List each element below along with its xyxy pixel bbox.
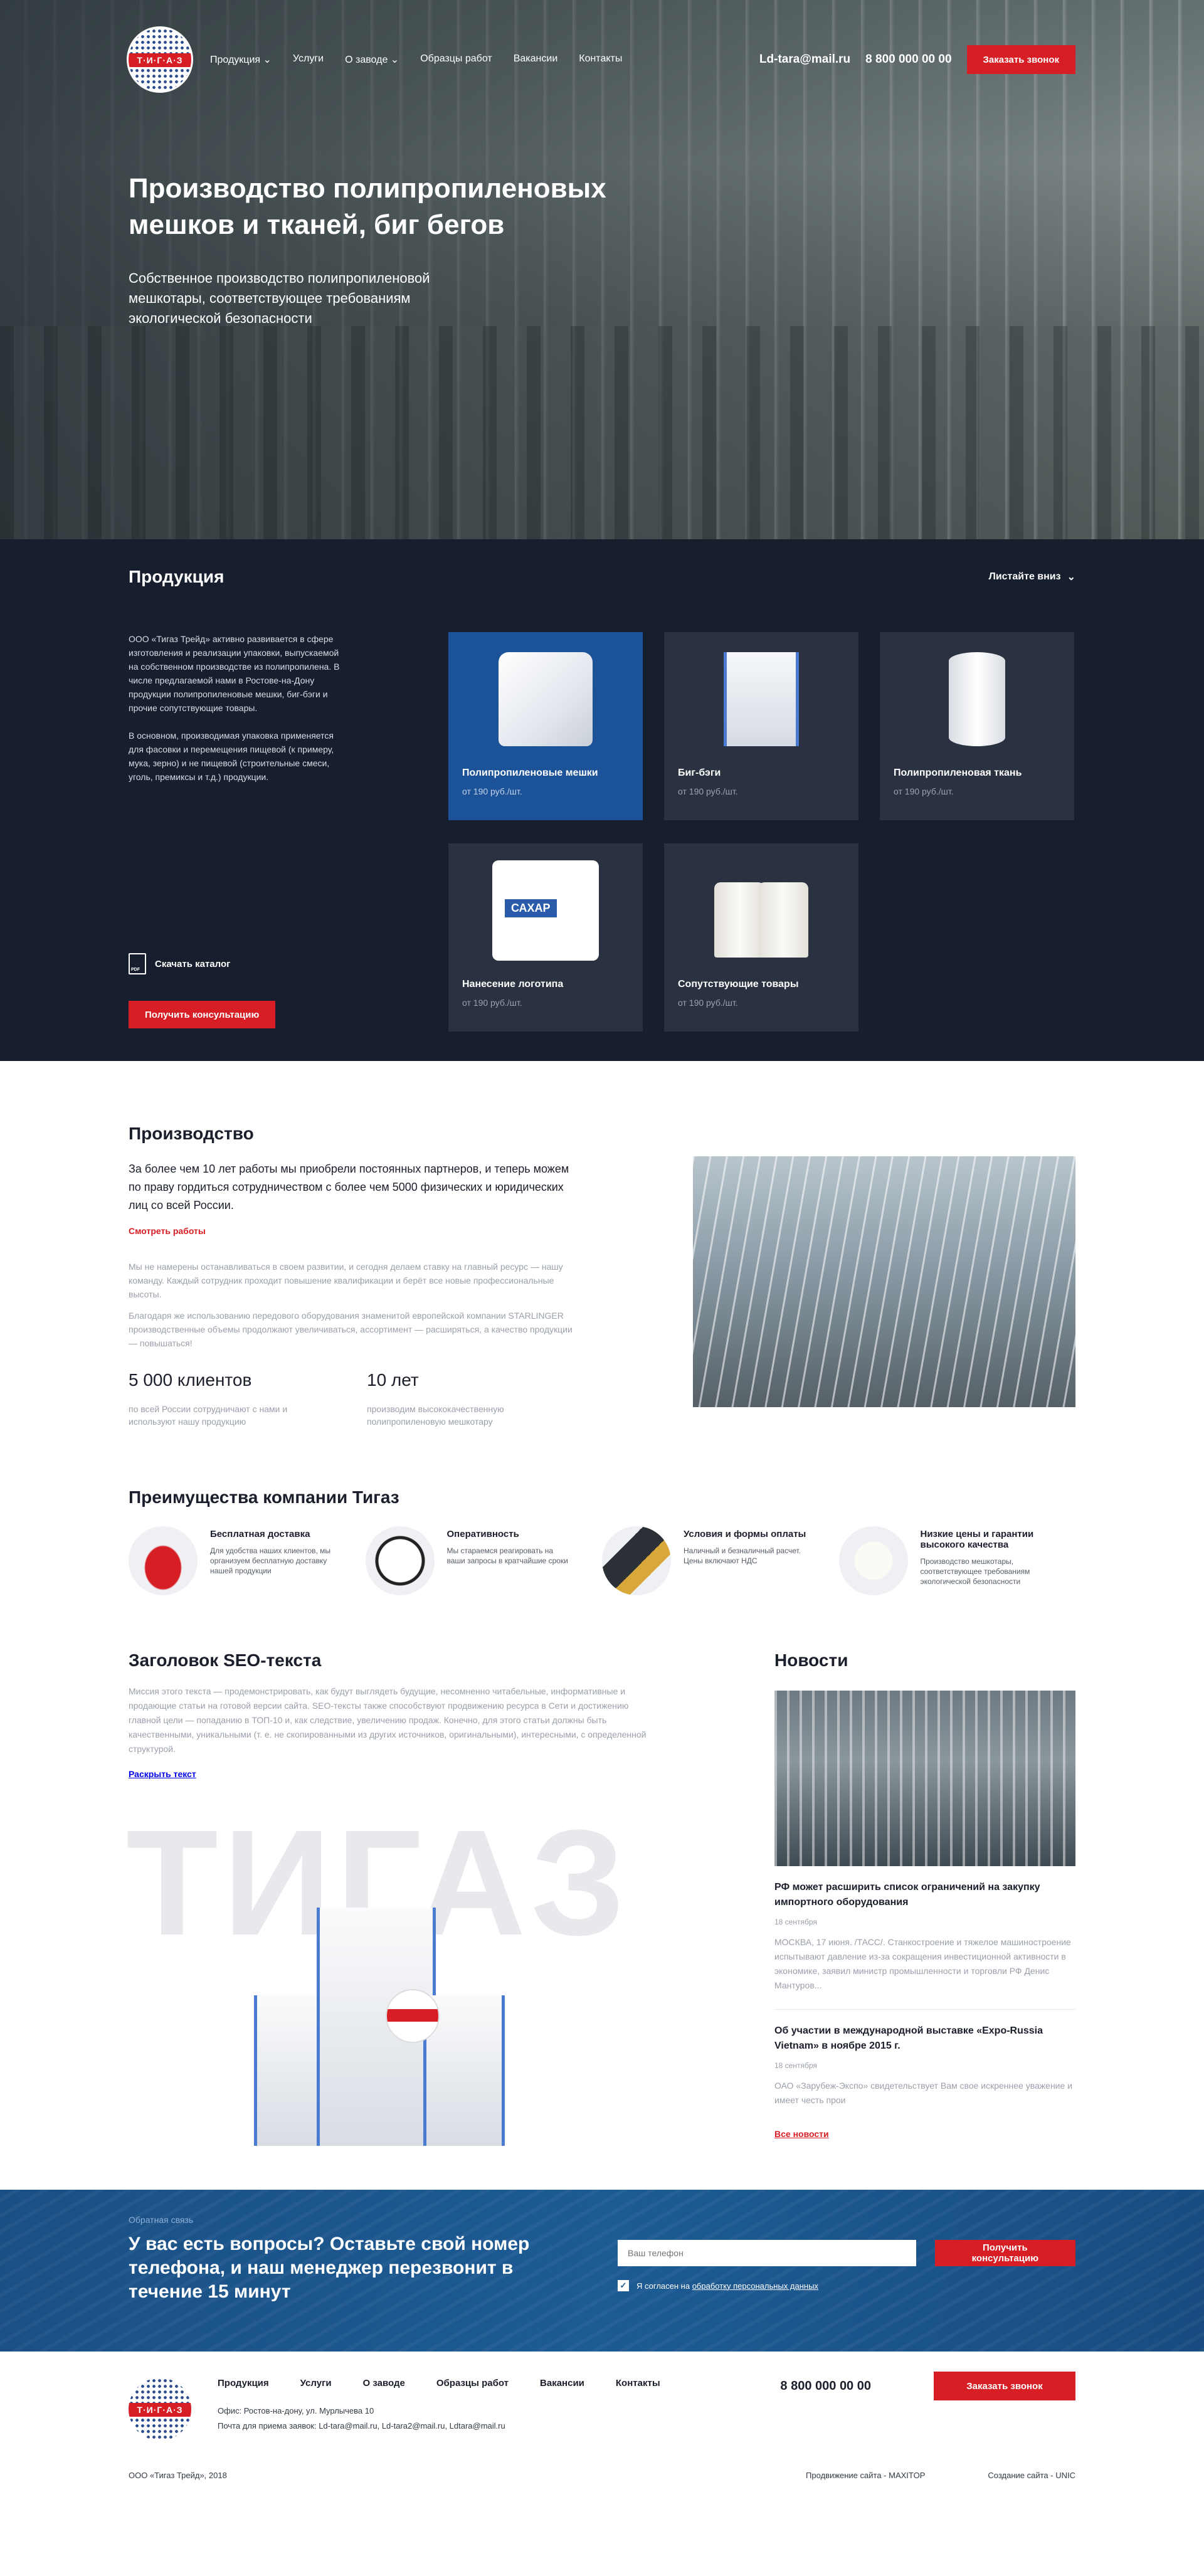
promotion-credit-link[interactable]: Продвижение сайта - MAXITOP: [806, 2471, 925, 2480]
scroll-down-link[interactable]: Листайте вниз ⌄: [989, 571, 1075, 583]
footer: Т·И·Г·А·З Продукция Услуги О заводе Обра…: [0, 2352, 1204, 2528]
production-section: Производство За более чем 10 лет работы …: [0, 1061, 1204, 1487]
product-card[interactable]: Полипропиленовая ткань от 190 руб./шт.: [880, 632, 1074, 820]
yarn-cones-image: [708, 863, 815, 958]
products-lead: ООО «Тигаз Трейд» активно развивается в …: [129, 634, 340, 782]
product-card[interactable]: Сопутствующие товары от 190 руб./шт.: [664, 843, 858, 1032]
footer-phone[interactable]: 8 800 000 00 00: [780, 2379, 871, 2441]
main-nav: Продукция ⌄ Услуги О заводе ⌄ Образцы ра…: [210, 53, 622, 66]
advantage-item: Оперативность Мы стараемся реагировать на…: [365, 1526, 603, 1595]
logo[interactable]: Т·И·Г·А·З: [129, 28, 191, 91]
view-works-link[interactable]: Смотреть работы: [129, 1226, 206, 1236]
footer-address: Офис: Ростов-на-дону, ул. Мурлычева 10 П…: [218, 2406, 505, 2431]
advantage-item: Условия и формы оплаты Наличный и безнали…: [602, 1526, 839, 1595]
advantage-item: Низкие цены и гарантии высокого качества…: [838, 1526, 1076, 1595]
pdf-document-icon: [129, 953, 146, 974]
chevron-down-icon: ⌄: [1067, 572, 1075, 583]
certificate-icon: [838, 1526, 908, 1595]
truck-icon: [129, 1526, 198, 1595]
site-header: Т·И·Г·А·З Продукция ⌄ Услуги О заводе ⌄ …: [129, 0, 1075, 119]
download-catalog-link[interactable]: Скачать каталог: [129, 953, 230, 974]
big-bag-image: [724, 652, 799, 746]
news-item[interactable]: Об участии в международной выставке «Exp…: [774, 2024, 1075, 2108]
production-lead: За более чем 10 лет работы мы приобрели …: [129, 1163, 569, 1211]
footer-logo[interactable]: Т·И·Г·А·З: [129, 2378, 191, 2441]
developer-credit-link[interactable]: Создание сайта - UNIC: [988, 2471, 1075, 2480]
payment-terminal-icon: [602, 1526, 671, 1595]
nav-item-contacts[interactable]: Контакты: [579, 53, 622, 66]
order-call-button[interactable]: Заказать звонок: [966, 45, 1075, 74]
seo-news-section: Заголовок SEO-текста Миссия этого текста…: [126, 1650, 1075, 2190]
header-phone[interactable]: 8 800 000 00 00: [865, 53, 951, 66]
callback-title: У вас есть вопросы? Оставьте свой номер …: [129, 2234, 530, 2302]
footer-link-products[interactable]: Продукция: [218, 2378, 269, 2389]
nav-item-samples[interactable]: Образцы работ: [420, 53, 492, 66]
products-section: Продукция Листайте вниз ⌄ ООО «Тигаз Тре…: [0, 539, 1204, 1061]
callback-section: Обратная связь У вас есть вопросы? Остав…: [0, 2190, 1204, 2352]
header-email[interactable]: Ld-tara@mail.ru: [759, 53, 850, 66]
expand-text-link[interactable]: Раскрыть текст: [129, 1769, 196, 1779]
advantage-item: Бесплатная доставка Для удобства наших кл…: [129, 1526, 366, 1595]
privacy-link[interactable]: обработку персональных данных: [692, 2281, 818, 2291]
hero-title: Производство полипропиленовых мешков и т…: [129, 173, 606, 240]
checkmark-icon[interactable]: ✓: [618, 2280, 629, 2291]
products-title: Продукция: [129, 567, 224, 586]
all-news-link[interactable]: Все новости: [774, 2129, 829, 2139]
callback-label: Обратная связь: [129, 2215, 194, 2225]
product-card[interactable]: Биг-бэги от 190 руб./шт.: [664, 632, 858, 820]
footer-order-call-button[interactable]: Заказать звонок: [934, 2372, 1075, 2400]
production-text: Благодаря же использованию передового об…: [129, 1311, 573, 1348]
bag-logo: [386, 1989, 440, 2043]
footer-link-services[interactable]: Услуги: [300, 2378, 332, 2389]
big-bags-image: [254, 1882, 530, 2146]
news-block: Новости РФ может расширить список ограни…: [774, 1650, 1075, 2190]
phone-input[interactable]: [618, 2240, 916, 2266]
product-grid: Полипропиленовые мешки от 190 руб./шт. Б…: [448, 632, 1074, 1033]
nav-item-products[interactable]: Продукция ⌄: [210, 53, 272, 66]
stat-clients: 5 000 клиентов по всей России сотруднича…: [129, 1370, 288, 1427]
product-card[interactable]: Нанесение логотипа от 190 руб./шт.: [448, 843, 643, 1032]
advantages-section: Преимущества компании Тигаз Бесплатная д…: [0, 1487, 1204, 1650]
logo-print-bag-image: [492, 860, 599, 961]
seo-text: Миссия этого текста — продемонстрировать…: [129, 1686, 647, 1754]
seo-title: Заголовок SEO-текста: [129, 1650, 322, 1670]
news-title: Новости: [774, 1650, 848, 1670]
callback-form: Получить консультацию ✓ Я согласен на об…: [618, 2240, 1075, 2304]
consent-checkbox[interactable]: ✓ Я согласен на обработку персональных д…: [618, 2280, 1075, 2291]
news-photo[interactable]: [774, 1691, 1075, 1866]
get-consultation-button[interactable]: Получить консультацию: [934, 2240, 1075, 2266]
hero-subtitle: Собственное производство полипропиленово…: [129, 270, 430, 326]
news-item[interactable]: РФ может расширить список ограничений на…: [774, 1880, 1075, 1993]
footer-link-about[interactable]: О заводе: [363, 2378, 405, 2389]
footer-link-contacts[interactable]: Контакты: [616, 2378, 660, 2389]
stat-years: 10 лет производим высококачественную пол…: [367, 1370, 504, 1427]
production-title: Производство: [129, 1124, 254, 1143]
product-card[interactable]: Полипропиленовые мешки от 190 руб./шт.: [448, 632, 643, 820]
nav-item-about[interactable]: О заводе ⌄: [345, 53, 399, 66]
footer-link-samples[interactable]: Образцы работ: [436, 2378, 509, 2389]
hero-section: Т·И·Г·А·З Продукция ⌄ Услуги О заводе ⌄ …: [0, 0, 1204, 539]
get-consultation-button[interactable]: Получить консультацию: [129, 1001, 276, 1028]
footer-link-vacancies[interactable]: Вакансии: [540, 2378, 584, 2389]
seo-block: Заголовок SEO-текста Миссия этого текста…: [126, 1650, 649, 2190]
copyright: ООО «Тигаз Трейд», 2018: [129, 2471, 227, 2480]
production-photo: [693, 1156, 1075, 1407]
fabric-roll-image: [949, 652, 1005, 746]
nav-item-services[interactable]: Услуги: [293, 53, 324, 66]
footer-nav: Продукция Услуги О заводе Образцы работ …: [218, 2378, 660, 2389]
production-text: Мы не намерены останавливаться в своем р…: [129, 1262, 563, 1299]
clock-icon: [365, 1526, 435, 1595]
pp-bag-image: [499, 652, 593, 746]
nav-item-vacancies[interactable]: Вакансии: [514, 53, 558, 66]
advantages-title: Преимущества компании Тигаз: [129, 1487, 399, 1507]
